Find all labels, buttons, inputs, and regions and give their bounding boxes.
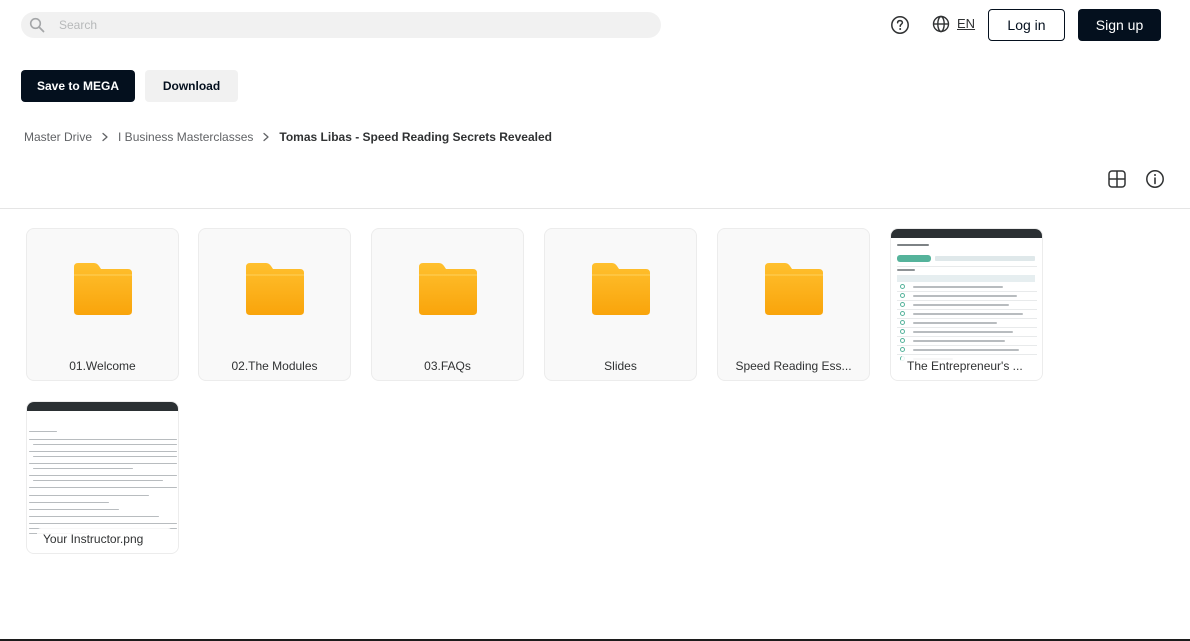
item-name: Your Instructor.png: [37, 528, 172, 550]
download-button[interactable]: Download: [145, 70, 238, 102]
folder-icon: [419, 263, 477, 315]
globe-icon[interactable]: [932, 15, 950, 33]
thumbnail-header: [891, 229, 1042, 238]
item-name: 03.FAQs: [424, 359, 471, 373]
item-name: Speed Reading Ess...: [735, 359, 852, 373]
help-icon[interactable]: [890, 15, 910, 35]
search-bar[interactable]: [21, 12, 661, 38]
login-button[interactable]: Log in: [988, 9, 1065, 41]
folder-icon: [246, 263, 304, 315]
item-name: The Entrepreneur's ...: [901, 355, 1036, 377]
breadcrumb-item-business-masterclasses[interactable]: I Business Masterclasses: [118, 130, 253, 144]
folder-card[interactable]: 02.The Modules: [198, 228, 351, 381]
save-to-mega-button[interactable]: Save to MEGA: [21, 70, 135, 102]
search-icon: [29, 17, 45, 33]
breadcrumb-item-master-drive[interactable]: Master Drive: [24, 130, 92, 144]
folder-card[interactable]: 03.FAQs: [371, 228, 524, 381]
folder-icon: [592, 263, 650, 315]
chevron-right-icon: [102, 132, 108, 142]
language-selector[interactable]: EN: [957, 16, 975, 31]
chevron-right-icon: [263, 132, 270, 142]
breadcrumb: Master Drive I Business Masterclasses To…: [24, 129, 552, 145]
signup-button[interactable]: Sign up: [1078, 9, 1161, 41]
folder-icon: [765, 263, 823, 315]
search-input[interactable]: [59, 12, 649, 38]
folder-icon: [74, 263, 132, 315]
divider: [0, 208, 1190, 209]
breadcrumb-current: Tomas Libas - Speed Reading Secrets Reve…: [279, 130, 552, 144]
image-card[interactable]: Your Instructor.png: [26, 401, 179, 554]
grid-view-icon[interactable]: [1107, 169, 1127, 189]
image-card[interactable]: The Entrepreneur's ...: [890, 228, 1043, 381]
top-bar: EN Log in Sign up: [0, 0, 1190, 50]
item-name: 02.The Modules: [231, 359, 318, 373]
item-name: 01.Welcome: [69, 359, 136, 373]
folder-card[interactable]: 01.Welcome: [26, 228, 179, 381]
item-name: Slides: [604, 359, 637, 373]
folder-card[interactable]: Speed Reading Ess...: [717, 228, 870, 381]
thumbnail-header: [27, 402, 178, 411]
info-icon[interactable]: [1145, 169, 1165, 189]
folder-card[interactable]: Slides: [544, 228, 697, 381]
